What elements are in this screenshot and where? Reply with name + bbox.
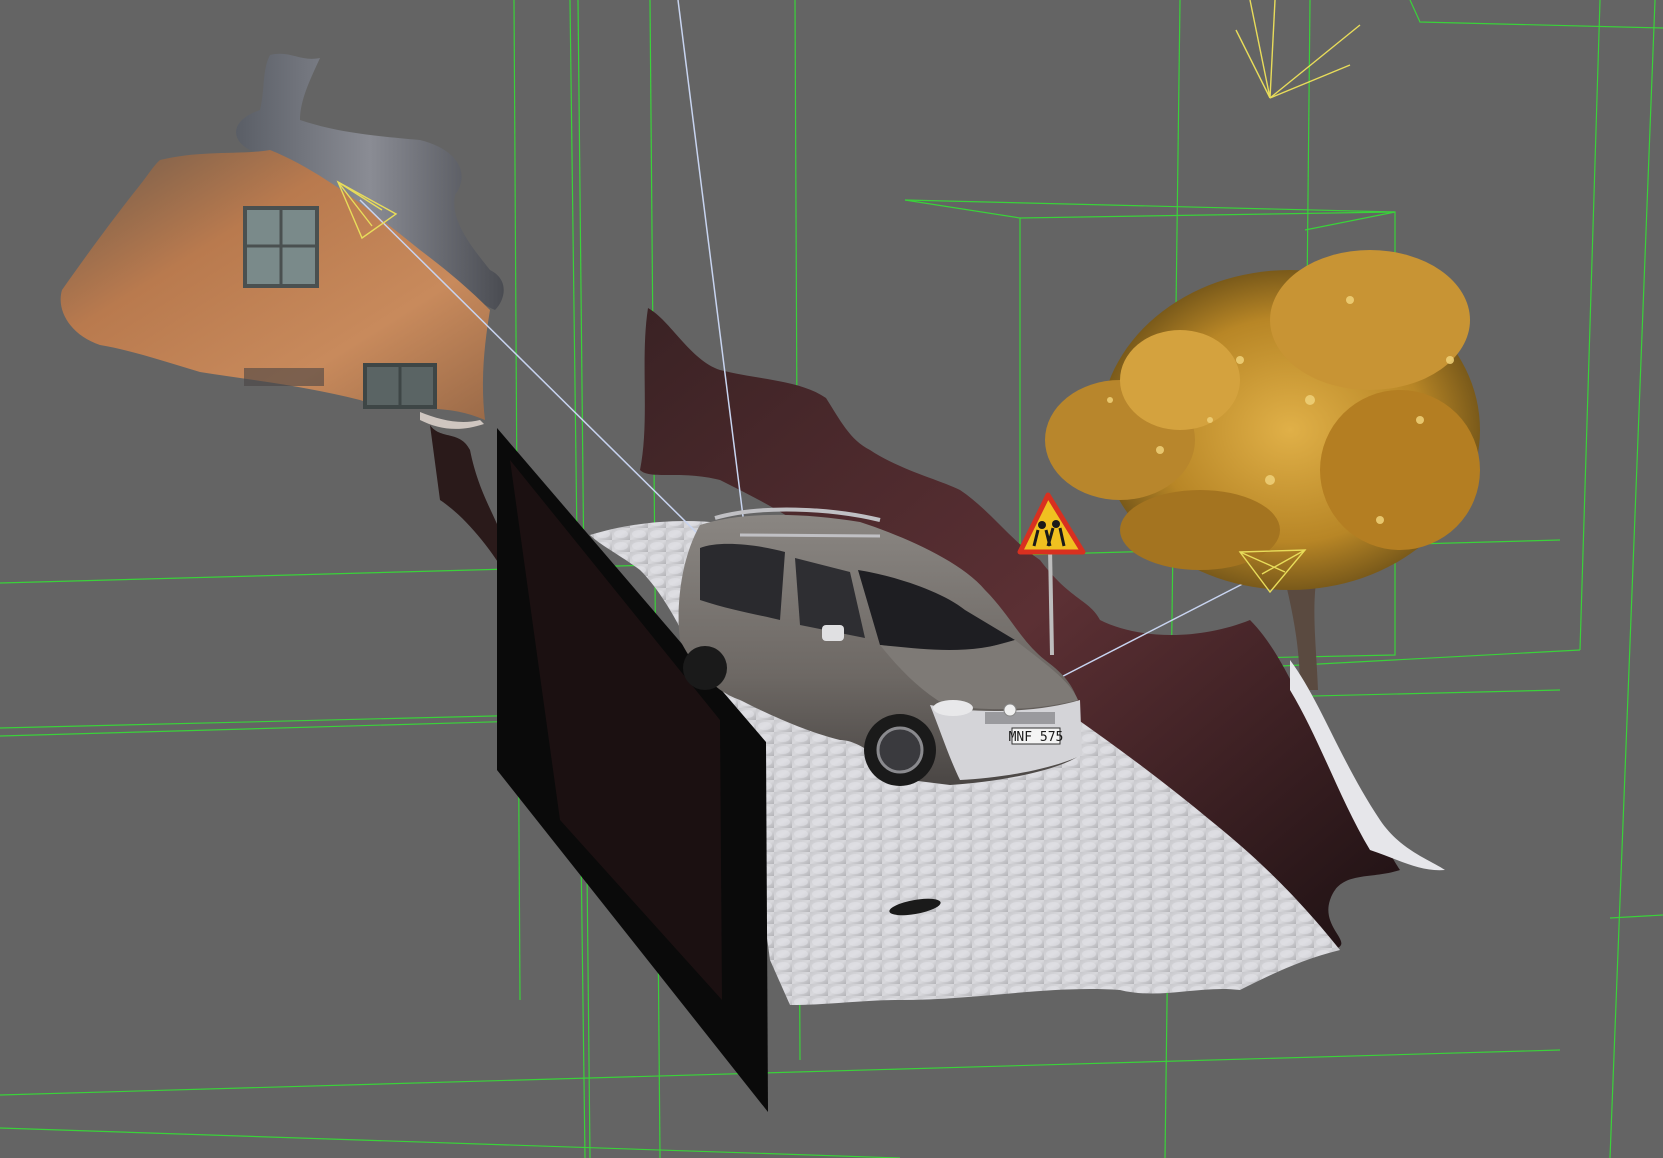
van-mirror — [822, 625, 844, 641]
3d-viewport[interactable]: MNF 575 — [0, 0, 1663, 1158]
van-headlight — [933, 700, 973, 716]
license-plate-text: MNF 575 — [1009, 730, 1064, 745]
camera-gizmo-top — [1235, 0, 1361, 99]
license-plate: MNF 575 — [1009, 727, 1064, 745]
van-grille — [985, 712, 1055, 724]
house — [60, 53, 504, 429]
tree — [1045, 250, 1480, 690]
tree-foliage-top — [1270, 250, 1470, 390]
van-logo — [1003, 703, 1017, 717]
van-wheel-rear — [683, 646, 727, 690]
